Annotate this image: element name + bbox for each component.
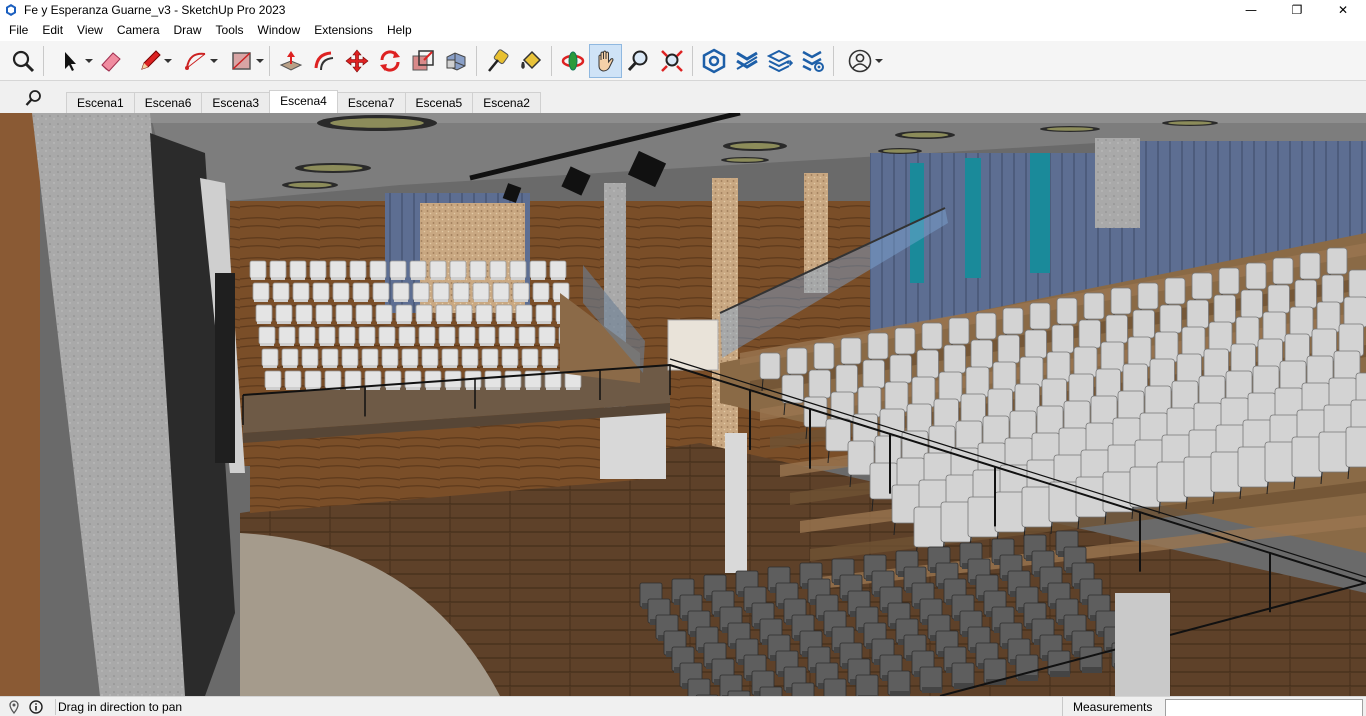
tab-escena3[interactable]: Escena3 — [201, 92, 271, 113]
menu-help[interactable]: Help — [380, 20, 419, 41]
tab-escena6[interactable]: Escena6 — [133, 92, 203, 113]
extension-manager-button[interactable] — [796, 44, 829, 78]
paint-bucket-icon — [520, 50, 541, 69]
offset-icon — [314, 51, 333, 70]
rotate-tool-button[interactable] — [373, 44, 406, 78]
orbit-icon — [561, 51, 584, 70]
menu-camera[interactable]: Camera — [110, 20, 167, 41]
tab-escena5[interactable]: Escena5 — [404, 92, 474, 113]
zoom-extents-tool-button[interactable] — [655, 44, 688, 78]
sketchup-window: Fe y Esperanza Guarne_v3 - SketchUp Pro … — [0, 0, 1366, 716]
move-tool-button[interactable] — [340, 44, 373, 78]
status-bar: Drag in direction to pan Measurements — [0, 696, 1366, 716]
select-icon — [65, 51, 76, 71]
zoom-tool-button[interactable] — [622, 44, 655, 78]
tape-measure-tool-button[interactable] — [481, 44, 514, 78]
rotate-icon — [379, 49, 400, 72]
status-divider — [55, 699, 56, 715]
pan-icon — [598, 50, 614, 72]
menu-view[interactable]: View — [70, 20, 110, 41]
measurements-label: Measurements — [1062, 697, 1152, 716]
toolbar-separator — [43, 45, 44, 76]
window-controls: — ❐ ✕ — [1228, 0, 1366, 20]
scene-search-button[interactable] — [14, 87, 54, 109]
search-icon — [25, 90, 41, 106]
account-icon — [848, 49, 872, 72]
info-icon[interactable] — [28, 699, 44, 715]
chevron-down-icon[interactable] — [85, 58, 93, 63]
menu-draw[interactable]: Draw — [167, 20, 209, 41]
search-tool-button[interactable] — [6, 44, 39, 78]
geo-location-icon[interactable] — [6, 699, 22, 715]
follow-me-icon — [446, 51, 465, 71]
minimize-button[interactable]: — — [1228, 0, 1274, 20]
tab-escena4[interactable]: Escena4 — [269, 90, 338, 113]
menu-edit[interactable]: Edit — [35, 20, 70, 41]
scene-tabs: Escena1 Escena6 Escena3 Escena4 Escena7 … — [66, 90, 541, 115]
warehouse-icon — [702, 48, 725, 73]
tab-escena2[interactable]: Escena2 — [472, 92, 541, 113]
tab-escena7[interactable]: Escena7 — [336, 92, 406, 113]
layers-icon — [766, 49, 793, 72]
extension-icon — [735, 51, 758, 70]
scene-tabs-bar: Escena1 Escena6 Escena3 Escena4 Escena7 … — [0, 82, 1366, 113]
layout-button[interactable] — [763, 44, 796, 78]
menu-tools[interactable]: Tools — [209, 20, 251, 41]
pencil-icon — [141, 49, 161, 70]
chevron-down-icon[interactable] — [164, 58, 172, 63]
rectangle-icon — [232, 51, 251, 70]
menu-bar: File Edit View Camera Draw Tools Window … — [0, 20, 1366, 41]
eraser-tool-button[interactable] — [94, 44, 127, 78]
3d-warehouse-button[interactable] — [697, 44, 730, 78]
pan-tool-button[interactable] — [589, 43, 622, 78]
paint-bucket-tool-button[interactable] — [514, 44, 547, 78]
zoom-icon — [627, 50, 647, 71]
measurements-input[interactable] — [1165, 699, 1363, 716]
extension-warehouse-button[interactable] — [730, 44, 763, 78]
move-icon — [345, 49, 368, 72]
chevron-down-icon[interactable] — [875, 58, 883, 63]
offset-tool-button[interactable] — [307, 44, 340, 78]
zoom-extents-icon — [660, 49, 683, 72]
account-button[interactable] — [838, 44, 884, 78]
follow-me-tool-button[interactable] — [439, 44, 472, 78]
tape-measure-icon — [487, 48, 508, 72]
rectangle-tool-button[interactable] — [219, 44, 265, 78]
left-wood-wall — [0, 113, 40, 696]
orbit-tool-button[interactable] — [556, 44, 589, 78]
push-pull-icon — [279, 50, 302, 71]
title-bar: Fe y Esperanza Guarne_v3 - SketchUp Pro … — [0, 0, 1366, 20]
toolbar-separator — [476, 45, 477, 76]
window-title: Fe y Esperanza Guarne_v3 - SketchUp Pro … — [24, 3, 286, 17]
chevron-down-icon[interactable] — [210, 58, 218, 63]
toolbar-separator — [551, 45, 552, 76]
status-message: Drag in direction to pan — [58, 699, 183, 714]
large-toolset — [0, 41, 1366, 81]
toolbar-separator — [833, 45, 834, 76]
push-pull-tool-button[interactable] — [274, 44, 307, 78]
pencil-tool-button[interactable] — [127, 44, 173, 78]
chevron-down-icon[interactable] — [256, 58, 264, 63]
extension-manager-icon — [801, 50, 824, 72]
auditorium-render — [0, 113, 1366, 696]
tab-escena1[interactable]: Escena1 — [66, 92, 135, 113]
toolbar-separator — [692, 45, 693, 76]
scale-icon — [412, 49, 434, 70]
menu-window[interactable]: Window — [251, 20, 308, 41]
scale-tool-button[interactable] — [406, 44, 439, 78]
menu-file[interactable]: File — [2, 20, 35, 41]
sketchup-logo-icon — [4, 3, 18, 17]
arc-tool-button[interactable] — [173, 44, 219, 78]
close-button[interactable]: ✕ — [1320, 0, 1366, 20]
eraser-icon — [100, 51, 121, 72]
model-viewport[interactable] — [0, 113, 1366, 696]
toolbar-separator — [269, 45, 270, 76]
menu-extensions[interactable]: Extensions — [307, 20, 380, 41]
arc-icon — [185, 52, 206, 70]
select-tool-button[interactable] — [48, 44, 94, 78]
search-icon — [12, 50, 34, 72]
maximize-button[interactable]: ❐ — [1274, 0, 1320, 20]
